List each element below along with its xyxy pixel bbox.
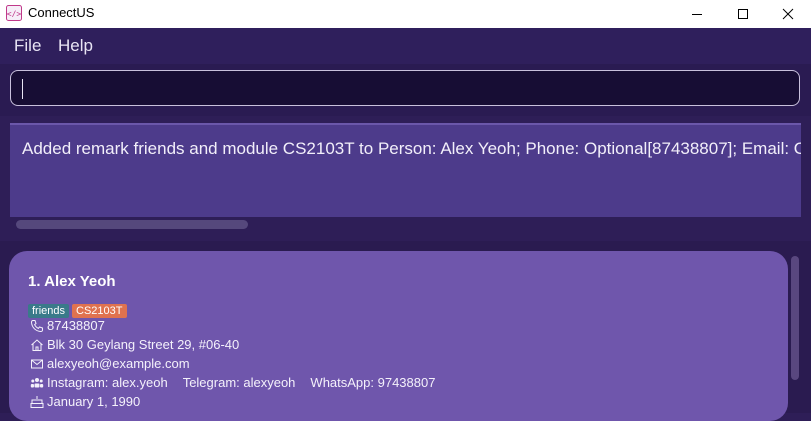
cake-icon xyxy=(30,396,44,408)
instagram-handle: Instagram: alex.yeoh xyxy=(47,375,168,390)
menu-file[interactable]: File xyxy=(14,36,41,56)
whatsapp-number: WhatsApp: 97438807 xyxy=(310,375,436,390)
telegram-handle: Telegram: alexyeoh xyxy=(182,375,296,390)
phone-value: 87438807 xyxy=(47,318,105,333)
person-list: 1. Alex Yeoh friends CS2103T 87438807 Blk… xyxy=(0,241,811,421)
window-title: ConnectUS xyxy=(28,5,95,20)
close-icon xyxy=(782,8,794,20)
tag-module: CS2103T xyxy=(72,304,127,318)
people-icon xyxy=(30,378,44,388)
address-value: Blk 30 Geylang Street 29, #06-40 xyxy=(47,337,240,352)
app-code-icon: </> xyxy=(6,5,22,21)
person-name: 1. Alex Yeoh xyxy=(28,273,116,290)
maximize-icon xyxy=(738,9,748,19)
result-message: Added remark friends and module CS2103T … xyxy=(22,139,801,158)
result-horizontal-scrollbar[interactable] xyxy=(10,217,801,231)
menu-bar: File Help xyxy=(0,28,811,64)
home-icon xyxy=(31,339,43,351)
scrollbar-thumb[interactable] xyxy=(16,220,248,229)
minimize-icon xyxy=(692,14,702,15)
text-caret xyxy=(22,79,23,99)
person-card[interactable]: 1. Alex Yeoh friends CS2103T 87438807 Blk… xyxy=(9,251,788,421)
tag-remark: friends xyxy=(28,304,70,318)
result-display-area: Added remark friends and module CS2103T … xyxy=(0,116,811,236)
maximize-button[interactable] xyxy=(720,0,766,28)
mail-icon xyxy=(31,359,43,369)
command-input[interactable] xyxy=(10,70,800,106)
menu-help[interactable]: Help xyxy=(58,36,93,56)
phone-icon xyxy=(30,320,43,333)
svg-text:</>: </> xyxy=(7,10,22,19)
command-area xyxy=(0,64,811,116)
minimize-button[interactable] xyxy=(674,0,720,28)
result-display: Added remark friends and module CS2103T … xyxy=(10,123,801,217)
title-bar: </> ConnectUS xyxy=(0,0,811,28)
close-button[interactable] xyxy=(765,0,811,28)
email-value: alexyeoh@example.com xyxy=(47,356,190,371)
birthday-value: January 1, 1990 xyxy=(47,394,141,409)
social-handles: Instagram: alex.yeoh Telegram: alexyeoh Wh… xyxy=(47,375,450,390)
list-vertical-scrollbar[interactable] xyxy=(791,256,799,380)
tag-list: friends CS2103T xyxy=(28,299,130,318)
